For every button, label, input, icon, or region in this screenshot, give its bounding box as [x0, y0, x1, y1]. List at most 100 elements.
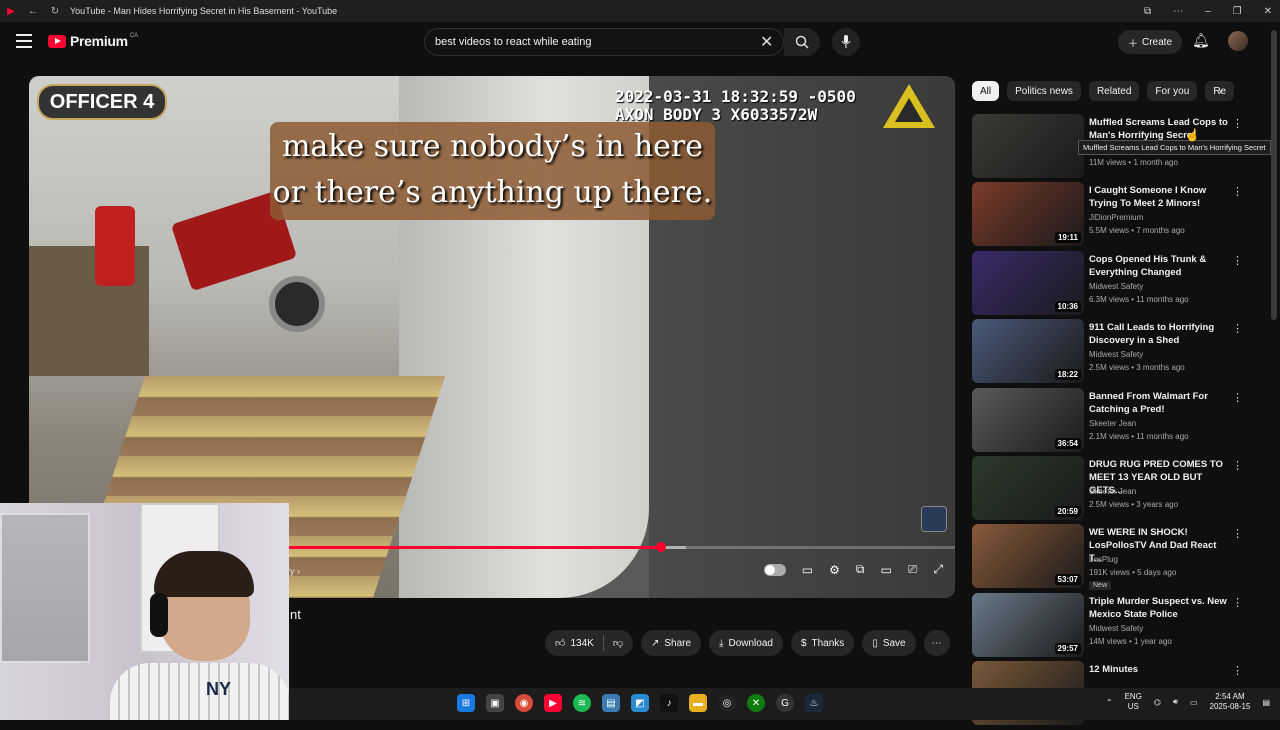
more-vertical-icon[interactable]: ⋮ — [1232, 117, 1243, 130]
cast-icon[interactable]: ⎚ — [908, 562, 918, 577]
g-hub-icon[interactable]: G — [776, 694, 794, 712]
tiktok-icon[interactable]: ♪ — [660, 694, 678, 712]
video-title[interactable]: 12 Minutes — [1089, 663, 1229, 676]
subtitles-icon[interactable]: ▭ — [802, 563, 813, 577]
chip-next-icon[interactable]: › — [1218, 84, 1222, 98]
network-icon[interactable]: ⌬ — [1154, 698, 1161, 707]
video-title[interactable]: I Caught Someone I Know Trying To Meet 2… — [1089, 184, 1229, 210]
more-vertical-icon[interactable]: ⋮ — [1232, 664, 1243, 677]
recommendation-item[interactable]: 20:59 DRUG RUG PRED COMES TO MEET 13 YEAR… — [972, 455, 1252, 524]
timestamp-line-1: 2022-03-31 18:32:59 -0500 — [615, 87, 856, 106]
video-title[interactable]: Cops Opened His Trunk & Everything Chang… — [1089, 253, 1229, 279]
tray-overflow-icon[interactable]: ⌃ — [1106, 698, 1113, 707]
steam-icon[interactable]: ♨ — [805, 694, 823, 712]
fullscreen-icon[interactable]: ⤢ — [933, 562, 943, 577]
channel-name[interactable]: Midwest Safety — [1089, 624, 1143, 633]
recommendation-item[interactable]: 18:22 911 Call Leads to Horrifying Discov… — [972, 319, 1252, 387]
notifications-icon[interactable]: 🔔︎ — [1192, 32, 1210, 49]
channel-name[interactable]: LosPlug — [1089, 555, 1118, 564]
chip-0[interactable]: All — [972, 81, 1000, 101]
video-title[interactable]: Banned From Walmart For Catching a Pred! — [1089, 390, 1229, 416]
app-menu-icon[interactable]: ⧉ — [1144, 6, 1151, 17]
close-icon[interactable]: ✕ — [1264, 6, 1272, 17]
more-vertical-icon[interactable]: ⋮ — [1232, 322, 1243, 335]
download-button[interactable]: ⤓ Download — [709, 630, 783, 656]
reload-icon[interactable]: ↻ — [44, 6, 66, 17]
chrome-icon[interactable]: ◉ — [515, 694, 533, 712]
remote-desktop-icon[interactable]: ▤ — [602, 694, 620, 712]
recommendation-item[interactable]: 53:07 WE WERE IN SHOCK! LosPollosTV And D… — [972, 524, 1252, 592]
more-vertical-icon[interactable]: ⋮ — [1232, 185, 1243, 198]
video-thumbnail[interactable]: 36:54 — [972, 387, 1084, 452]
restore-icon[interactable]: ❐ — [1233, 6, 1242, 17]
autoplay-toggle[interactable] — [763, 563, 786, 576]
thanks-button[interactable]: $ Thanks — [790, 630, 855, 656]
video-thumbnail[interactable]: 20:59 — [972, 455, 1084, 520]
channel-name[interactable]: JiDionPremium — [1089, 213, 1143, 222]
save-button[interactable]: ▯ Save — [862, 630, 916, 656]
miniplayer-icon[interactable]: ⧉ — [856, 562, 865, 577]
more-vertical-icon[interactable]: ⋮ — [1232, 391, 1243, 404]
brand-label: Premium — [70, 33, 128, 49]
voice-search-button[interactable] — [832, 28, 860, 56]
search-button[interactable] — [784, 28, 820, 56]
language-indicator[interactable]: ENG US — [1125, 692, 1142, 712]
channel-name[interactable]: Skeeter Jean — [1089, 487, 1136, 496]
account-avatar[interactable] — [1228, 31, 1248, 51]
back-icon[interactable]: ← — [22, 6, 44, 17]
create-button[interactable]: ＋ Create — [1118, 30, 1183, 54]
chip-1[interactable]: Politics news — [1007, 81, 1081, 101]
page-scrollbar[interactable] — [1271, 30, 1277, 320]
xbox-icon[interactable]: ✕ — [747, 694, 765, 712]
recommendation-item[interactable]: 19:11 I Caught Someone I Know Trying To M… — [972, 182, 1252, 250]
more-vertical-icon[interactable]: ⋮ — [1232, 527, 1243, 540]
volume-icon[interactable]: 🔊︎ — [1173, 697, 1178, 707]
file-explorer-icon[interactable]: ▬ — [689, 694, 707, 712]
battery-icon[interactable]: ▭ — [1190, 698, 1198, 707]
video-title[interactable]: Muffled Screams Lead Cops to Man's Horri… — [1089, 116, 1229, 142]
channel-name[interactable]: Skeeter Jean — [1089, 419, 1136, 428]
more-vertical-icon[interactable]: ⋮ — [1232, 596, 1243, 609]
video-thumbnail[interactable]: 19:11 — [972, 182, 1084, 247]
more-actions-button[interactable]: ⋯ — [923, 630, 950, 656]
settings-icon[interactable]: ⚙ — [829, 563, 840, 577]
notification-center-icon[interactable]: ▤ — [1262, 698, 1270, 707]
dislike-icon[interactable]: 👎︎ — [613, 637, 623, 649]
clock[interactable]: 2:54 AM 2025-08-15 — [1210, 692, 1251, 712]
video-thumbnail[interactable]: 29:57 — [972, 592, 1084, 657]
video-thumbnail[interactable]: 18:22 — [972, 319, 1084, 384]
video-thumbnail[interactable]: 53:07 — [972, 524, 1084, 589]
photos-icon[interactable]: ◩ — [631, 694, 649, 712]
obs-icon[interactable]: ◎ — [718, 694, 736, 712]
channel-name[interactable]: Midwest Safety — [1089, 350, 1143, 359]
download-icon: ⤓ — [719, 637, 724, 649]
search-input[interactable]: best videos to react while eating — [424, 28, 784, 56]
channel-name[interactable]: Midwest Safety — [1089, 282, 1143, 291]
more-vertical-icon[interactable]: ⋮ — [1232, 254, 1243, 267]
recommendation-item[interactable]: 29:57 Triple Murder Suspect vs. New Mexic… — [972, 592, 1252, 661]
spotify-icon[interactable]: ≋ — [573, 694, 591, 712]
like-count[interactable]: 134K — [570, 638, 593, 649]
chip-2[interactable]: Related — [1088, 81, 1140, 101]
video-thumbnail[interactable]: 10:36 — [972, 250, 1084, 315]
task-view-icon[interactable]: ▣ — [486, 694, 504, 712]
more-icon[interactable]: ⋯ — [1173, 6, 1183, 17]
chip-3[interactable]: For you — [1147, 81, 1198, 101]
video-title[interactable]: Triple Murder Suspect vs. New Mexico Sta… — [1089, 595, 1229, 621]
theater-mode-icon[interactable]: ▭ — [880, 563, 891, 577]
like-icon[interactable]: 👍︎ — [555, 637, 565, 649]
start-icon[interactable]: ⊞ — [457, 694, 475, 712]
video-title[interactable]: 911 Call Leads to Horrifying Discovery i… — [1089, 321, 1229, 347]
video-title-fragment: nt — [290, 607, 301, 622]
more-vertical-icon[interactable]: ⋮ — [1232, 459, 1243, 472]
video-thumbnail[interactable] — [972, 114, 1084, 178]
minimize-icon[interactable]: – — [1205, 6, 1211, 17]
clear-search-icon[interactable]: ✕ — [760, 32, 773, 52]
youtube-logo[interactable]: Premium CA — [48, 33, 138, 49]
menu-icon[interactable] — [16, 34, 32, 48]
youtube-taskbar-icon[interactable]: ▶ — [544, 694, 562, 712]
recommendation-item[interactable]: 10:36 Cops Opened His Trunk & Everything … — [972, 250, 1252, 319]
region-label: CA — [129, 33, 139, 39]
share-button[interactable]: ↗ Share — [640, 630, 702, 656]
recommendation-item[interactable]: 36:54 Banned From Walmart For Catching a … — [972, 387, 1252, 456]
